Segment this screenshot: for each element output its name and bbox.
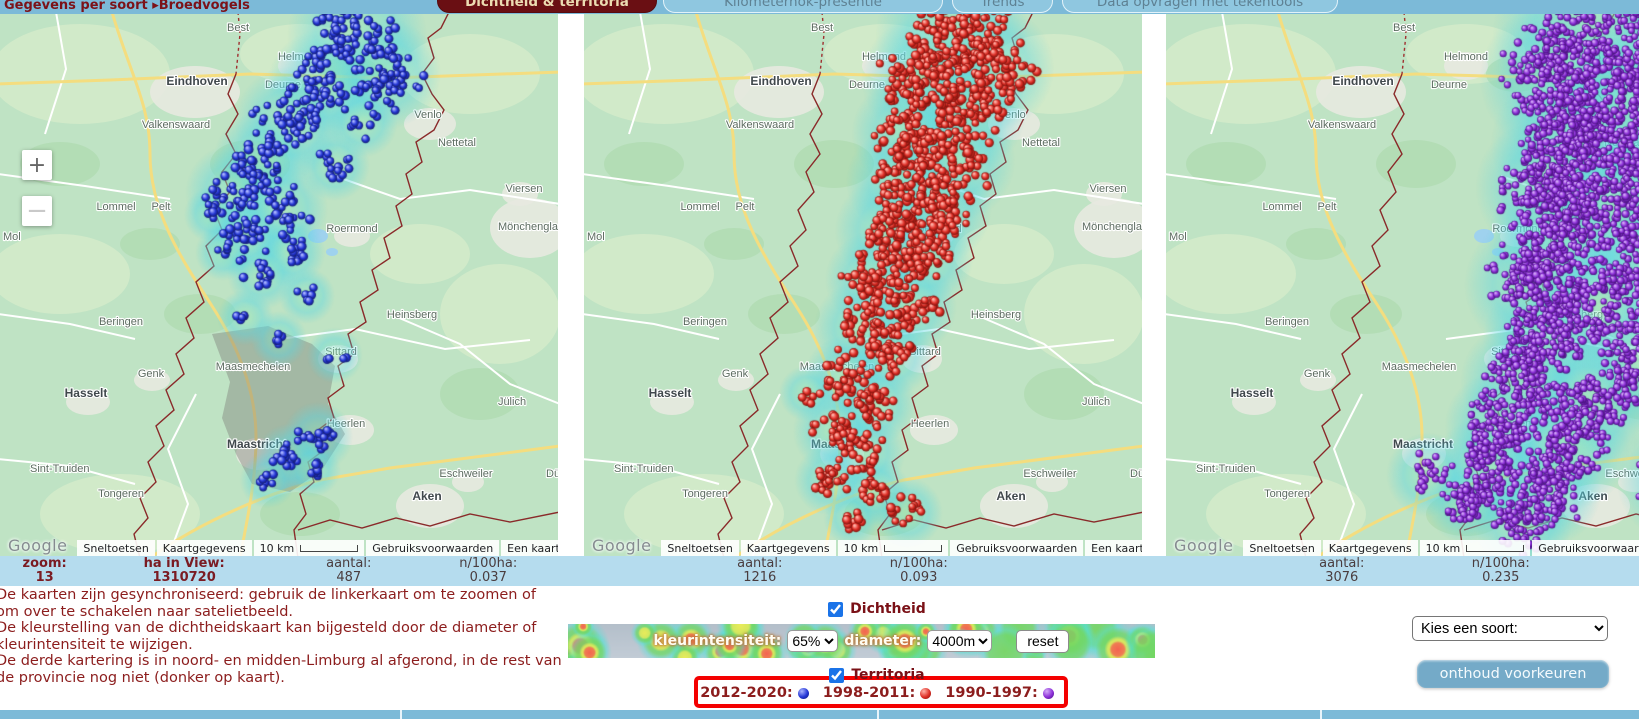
bottom-divider <box>877 710 879 719</box>
legend-period-label: 1998-2011: <box>823 685 916 701</box>
bottom-divider <box>1320 710 1322 719</box>
map-attribution: Google SneltoetsenKaartgegevens10 kmGebru… <box>1166 536 1639 556</box>
note-sync: De kaarten zijn gesynchroniseerd: gebrui… <box>0 587 562 620</box>
density-checkbox[interactable] <box>828 602 843 617</box>
legend-item-1990-1997: 1990-1997: <box>945 685 1054 701</box>
attribution-10-km[interactable]: 10 km <box>254 540 365 556</box>
red-dot-icon <box>920 688 931 699</box>
stat-n100ha: n/100ha:0.093 <box>852 557 986 585</box>
google-logo[interactable]: Google <box>1174 536 1233 555</box>
territoria-checkbox[interactable] <box>829 668 844 683</box>
stat-n100ha: n/100ha:0.235 <box>1434 557 1568 585</box>
period-legend: 2012-2020: 1998-2011: 1990-1997: <box>590 685 1164 701</box>
blue-dot-icon <box>798 688 809 699</box>
zoom-out-button[interactable]: − <box>22 196 52 226</box>
attribution-een-kaartfout-rapporteren[interactable]: Een kaartfout rapporteren <box>501 540 558 556</box>
intensity-label: kleurintensiteit: <box>654 633 782 649</box>
stat-zoom: zoom:13 <box>0 557 89 585</box>
attribution-sneltoetsen[interactable]: Sneltoetsen <box>1243 540 1320 556</box>
stats-1990-1997: aantal:3076n/100ha:0.235 <box>1166 557 1639 585</box>
scale-bar <box>300 545 358 552</box>
species-select[interactable]: Kies een soort: <box>1412 616 1608 641</box>
map-territoria-1998-2011[interactable]: BestHelmondDeurneEindhovenValkenswaardVe… <box>584 14 1142 556</box>
stat-aantal: aantal:3076 <box>1250 557 1434 585</box>
attribution-kaartgegevens[interactable]: Kaartgegevens <box>1323 540 1418 556</box>
tab-kilometerhok-presentie[interactable]: Kilometerhok-presentie <box>663 0 943 13</box>
google-logo[interactable]: Google <box>8 536 67 555</box>
territoria-toggle-row: Territoria <box>590 667 1164 683</box>
save-preferences-button[interactable]: onthoud voorkeuren <box>1417 660 1609 688</box>
intensity-select[interactable]: 65% <box>787 630 838 652</box>
attribution-kaartgegevens[interactable]: Kaartgegevens <box>157 540 252 556</box>
map-territoria-2012-2020[interactable]: BestHelmondDeurneEindhovenValkenswaardVe… <box>0 14 558 556</box>
bottom-bar <box>0 710 1639 719</box>
stat-aantal: aantal:1216 <box>668 557 852 585</box>
legend-period-label: 1990-1997: <box>945 685 1038 701</box>
zoom-in-button[interactable]: + <box>22 150 52 180</box>
stats-2012-2020: zoom:13ha in View:1310720aantal:487n/100… <box>0 557 558 585</box>
tab-data-opvragen-met-tekentools[interactable]: Data opvragen met tekentools <box>1062 0 1338 13</box>
attribution-gebruiksvoorwaarden[interactable]: Gebruiksvoorwaarden <box>950 540 1083 556</box>
reset-button[interactable]: reset <box>1016 630 1069 653</box>
density-toggle-row: Dichtheid <box>590 601 1164 617</box>
territory-dots-layer <box>584 14 1142 556</box>
territory-dots-layer <box>1166 14 1639 556</box>
purple-dot-icon <box>1043 688 1054 699</box>
note-color: De kleurstelling van de dichtheidskaart … <box>0 620 562 653</box>
legend-item-2012-2020: 2012-2020: <box>700 685 809 701</box>
tab-dichtheid-territoria[interactable]: Dichtheid & territoria <box>437 0 657 13</box>
density-label[interactable]: Dichtheid <box>850 601 926 617</box>
top-bar: Gegevens per soort ▸Broedvogels Dichthei… <box>0 0 1639 14</box>
map-attribution: Google SneltoetsenKaartgegevens10 kmGebru… <box>0 536 558 556</box>
territory-dots-layer <box>0 14 558 556</box>
stats-1998-2011: aantal:1216n/100ha:0.093 <box>584 557 1142 585</box>
attribution-gebruiksvoorwaarden[interactable]: Gebruiksvoorwaarden <box>1532 540 1639 556</box>
stat-aantal: aantal:487 <box>279 557 419 585</box>
attribution-10-km[interactable]: 10 km <box>838 540 949 556</box>
info-notes: De kaarten zijn gesynchroniseerd: gebrui… <box>0 587 562 686</box>
scale-bar <box>884 545 942 552</box>
breadcrumb[interactable]: Gegevens per soort ▸Broedvogels <box>4 0 250 13</box>
stat-hainview: ha in View:1310720 <box>89 557 279 585</box>
attribution-10-km[interactable]: 10 km <box>1420 540 1531 556</box>
attribution-sneltoetsen[interactable]: Sneltoetsen <box>77 540 154 556</box>
attribution-gebruiksvoorwaarden[interactable]: Gebruiksvoorwaarden <box>366 540 499 556</box>
diameter-label: diameter: <box>844 633 921 649</box>
app: Gegevens per soort ▸Broedvogels Dichthei… <box>0 0 1639 719</box>
territoria-label[interactable]: Territoria <box>851 667 924 683</box>
bottom-divider <box>400 710 402 719</box>
stat-n100ha: n/100ha:0.037 <box>418 557 558 585</box>
legend-period-label: 2012-2020: <box>700 685 793 701</box>
google-logo[interactable]: Google <box>592 536 651 555</box>
attribution-een-kaartfout-rapporteren[interactable]: Een kaartfout rapporteren <box>1085 540 1142 556</box>
map-attribution: Google SneltoetsenKaartgegevens10 kmGebru… <box>584 536 1142 556</box>
attribution-sneltoetsen[interactable]: Sneltoetsen <box>661 540 738 556</box>
scale-bar <box>1466 545 1524 552</box>
attribution-kaartgegevens[interactable]: Kaartgegevens <box>741 540 836 556</box>
note-survey: De derde kartering is in noord- en midde… <box>0 653 562 686</box>
density-controls: kleurintensiteit: 65% diameter: 4000m re… <box>568 624 1155 658</box>
map-territoria-1990-1997[interactable]: BestHelmondDeurneEindhovenValkenswaardVe… <box>1166 14 1639 556</box>
diameter-select[interactable]: 4000m <box>927 630 992 652</box>
legend-item-1998-2011: 1998-2011: <box>823 685 932 701</box>
tab-trends[interactable]: Trends <box>952 0 1053 13</box>
stats-bar: zoom:13ha in View:1310720aantal:487n/100… <box>0 556 1639 586</box>
density-heatmap-strip: kleurintensiteit: 65% diameter: 4000m re… <box>568 624 1155 658</box>
